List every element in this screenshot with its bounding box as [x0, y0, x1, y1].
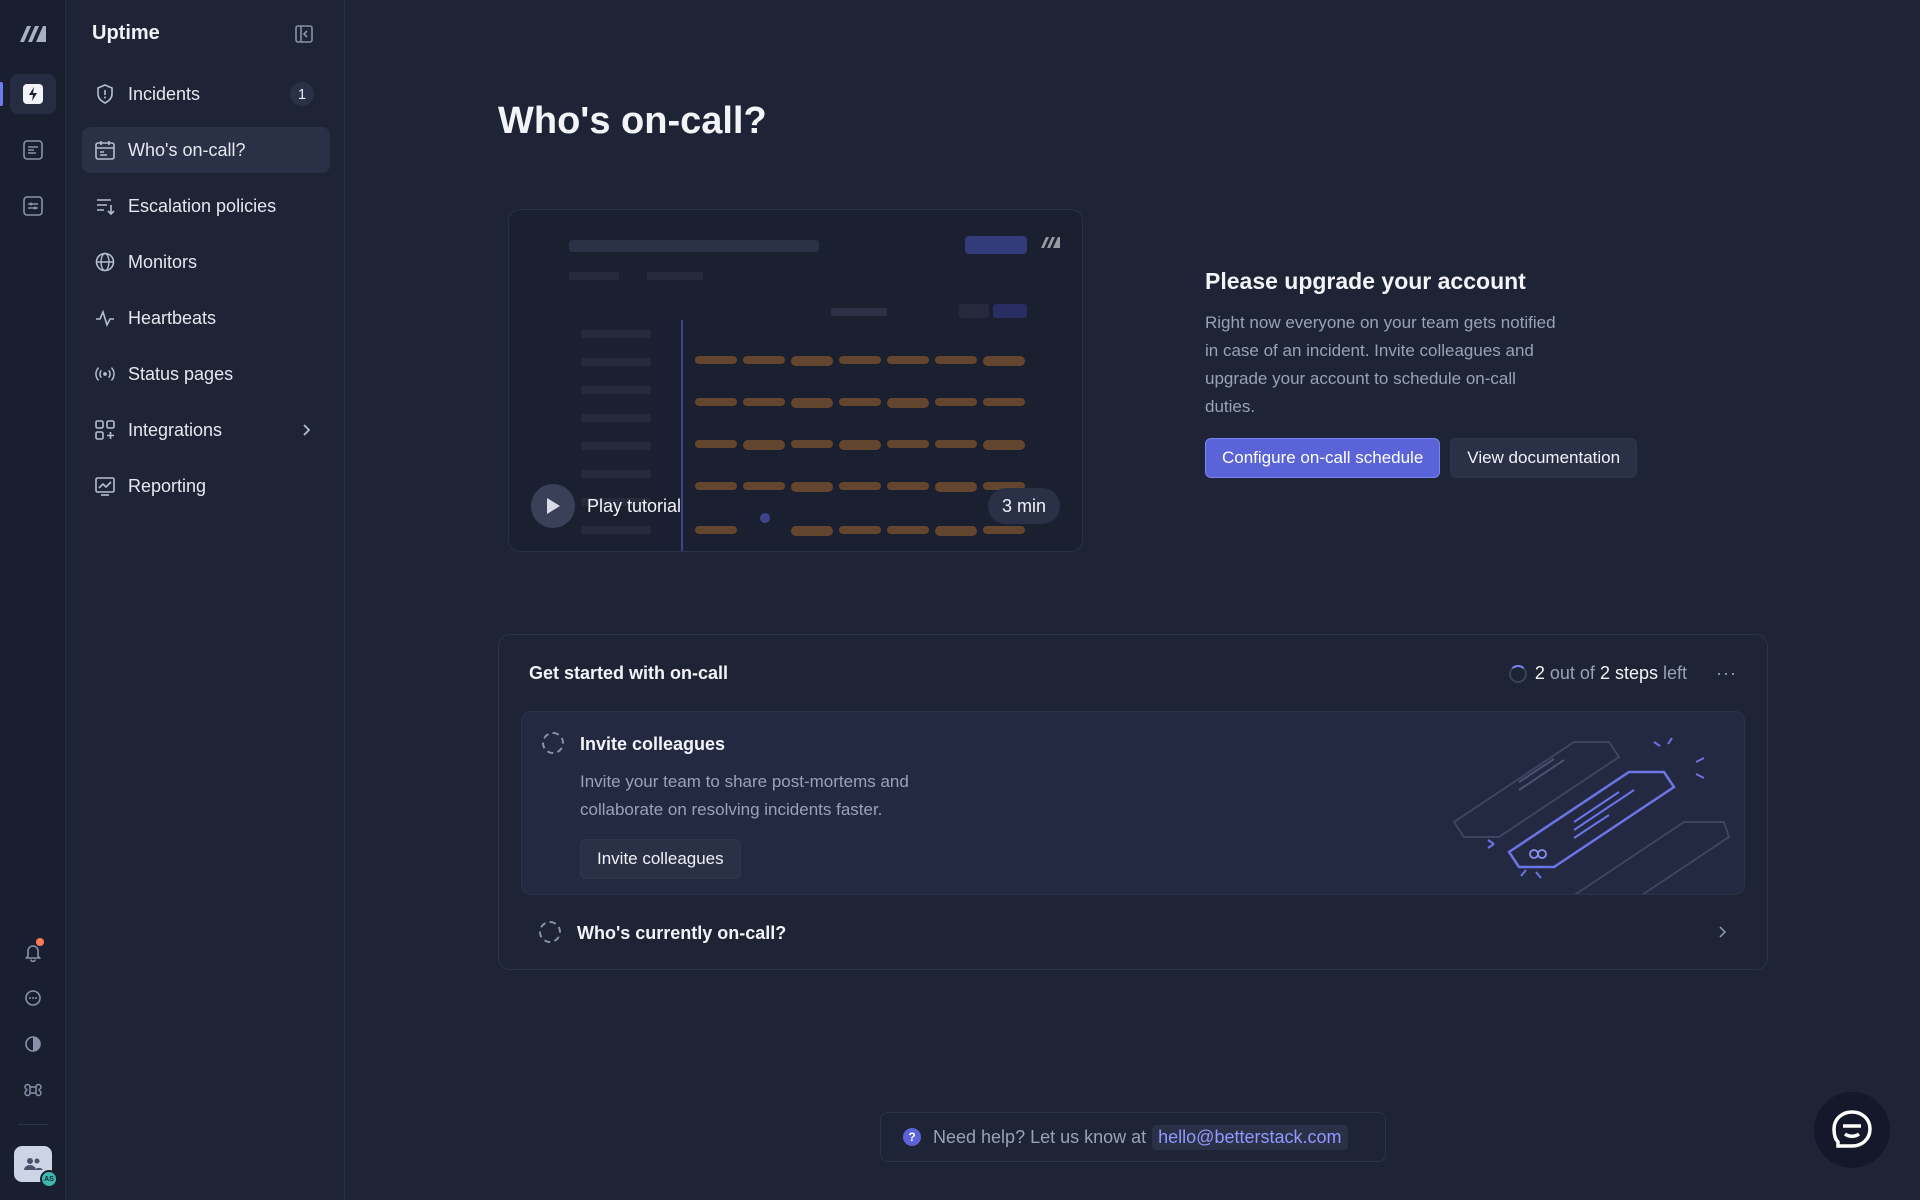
- video-duration-badge: 3 min: [987, 488, 1060, 524]
- rail-uptime-button[interactable]: [10, 74, 56, 114]
- steps-total: 2 steps: [1599, 663, 1658, 683]
- sidebar-nav: Incidents 1 Who's on-call? Escalation po…: [82, 71, 330, 519]
- incidents-count-badge: 1: [290, 82, 314, 106]
- sidebar-item-integrations[interactable]: Integrations: [82, 407, 330, 453]
- get-started-title: Get started with on-call: [529, 663, 729, 683]
- steps-progress: 2 out of 2 steps left: [1508, 663, 1687, 684]
- progress-ring-icon: [1508, 664, 1527, 683]
- pulse-icon: [94, 307, 116, 329]
- rail-logs-button[interactable]: [10, 130, 56, 170]
- upgrade-description: Right now everyone on your team gets not…: [1205, 313, 1556, 416]
- play-tutorial-label: Play tutorial: [587, 495, 682, 516]
- team-icon: [24, 1158, 43, 1170]
- sidebar-item-label: Heartbeats: [128, 307, 217, 328]
- help-email-link[interactable]: hello@betterstack.com: [1152, 1124, 1348, 1150]
- get-started-card: Get started with on-call 2 out of 2 step…: [498, 634, 1768, 970]
- sidebar: Uptime Incidents 1 Who's on-call? Escala…: [66, 0, 345, 1200]
- broadcast-icon: [94, 363, 116, 385]
- collapse-sidebar-button[interactable]: [294, 24, 314, 44]
- chat-icon: [1832, 1110, 1872, 1148]
- betterstack-logo[interactable]: [18, 22, 48, 44]
- step-invite-colleagues: Invite colleagues Invite your team to sh…: [521, 711, 1745, 895]
- help-text: Need help? Let us know at: [933, 1126, 1147, 1147]
- grid-plus-icon: [94, 419, 116, 441]
- sidebar-item-status-pages[interactable]: Status pages: [82, 351, 330, 397]
- sidebar-item-incidents[interactable]: Incidents 1: [82, 71, 330, 117]
- feedback-button[interactable]: [10, 978, 56, 1018]
- tutorial-video[interactable]: Play tutorial 3 min: [508, 209, 1083, 552]
- bolt-icon: [23, 84, 43, 104]
- list-arrow-icon: [94, 195, 116, 217]
- calendar-icon: [94, 139, 116, 161]
- steps-suffix: left: [1662, 663, 1687, 683]
- sidebar-item-escalation-policies[interactable]: Escalation policies: [82, 183, 330, 229]
- logs-icon: [23, 140, 43, 160]
- more-options-icon[interactable]: ···: [1716, 663, 1737, 684]
- sidebar-item-label: Integrations: [128, 419, 223, 440]
- question-icon: ?: [903, 1128, 921, 1146]
- sidebar-item-label: Who's on-call?: [128, 139, 246, 160]
- step-whos-currently-on-call[interactable]: Who's currently on-call?: [521, 911, 1745, 955]
- steps-mid: out of: [1549, 663, 1595, 683]
- step-description: Invite your team to share post-mortems a…: [580, 772, 909, 819]
- play-icon: [531, 484, 575, 528]
- chart-icon: [94, 475, 116, 497]
- step-title: Invite colleagues: [580, 734, 726, 754]
- page-title: Who's on-call?: [498, 100, 767, 142]
- sidebar-item-monitors[interactable]: Monitors: [82, 239, 330, 285]
- sidebar-item-label: Reporting: [128, 475, 207, 496]
- invite-colleagues-button[interactable]: Invite colleagues: [580, 839, 741, 879]
- chevron-right-icon: [296, 420, 316, 445]
- step-status-icon: [539, 921, 561, 943]
- contrast-icon: [25, 1036, 41, 1052]
- play-tutorial-button[interactable]: Play tutorial: [531, 484, 681, 528]
- sidebar-item-label: Incidents: [128, 83, 201, 104]
- sidebar-item-label: Escalation policies: [128, 195, 277, 216]
- user-avatar[interactable]: AS: [14, 1146, 58, 1188]
- notification-dot: [36, 938, 44, 946]
- step-title: Who's currently on-call?: [577, 923, 787, 943]
- rail-divider: [18, 1124, 48, 1125]
- help-banner: ? Need help? Let us know at hello@better…: [880, 1112, 1386, 1162]
- upgrade-heading: Please upgrade your account: [1205, 268, 1526, 294]
- step-status-icon: [542, 732, 564, 754]
- sidebar-item-reporting[interactable]: Reporting: [82, 463, 330, 509]
- rail-metrics-button[interactable]: [10, 186, 56, 226]
- rail-active-indicator: [0, 82, 3, 106]
- chat-support-button[interactable]: [1814, 1092, 1890, 1168]
- invite-illustration: [1452, 737, 1731, 894]
- command-icon: [24, 1083, 42, 1097]
- configure-schedule-button[interactable]: Configure on-call schedule: [1205, 438, 1441, 478]
- shield-icon: [94, 83, 116, 105]
- sidebar-item-label: Monitors: [128, 251, 198, 272]
- view-documentation-button[interactable]: View documentation: [1450, 438, 1638, 478]
- chevron-right-icon: [1713, 923, 1731, 946]
- user-initials-badge: AS: [40, 1170, 58, 1188]
- notifications-button[interactable]: [10, 932, 56, 972]
- sidebar-item-whos-on-call[interactable]: Who's on-call?: [82, 127, 330, 173]
- theme-button[interactable]: [10, 1024, 56, 1064]
- sidebar-collapse-icon: [295, 25, 313, 43]
- icon-rail: AS: [0, 0, 66, 1200]
- upgrade-panel: Please upgrade your account Right now ev…: [1205, 268, 1725, 478]
- sidebar-item-label: Status pages: [128, 363, 234, 384]
- globe-icon: [94, 251, 116, 273]
- steps-done: 2: [1534, 663, 1545, 683]
- app-title: Uptime: [92, 22, 160, 44]
- sidebar-item-heartbeats[interactable]: Heartbeats: [82, 295, 330, 341]
- metrics-icon: [23, 196, 43, 216]
- command-palette-button[interactable]: [10, 1070, 56, 1110]
- chat-bubble-icon: [25, 990, 41, 1006]
